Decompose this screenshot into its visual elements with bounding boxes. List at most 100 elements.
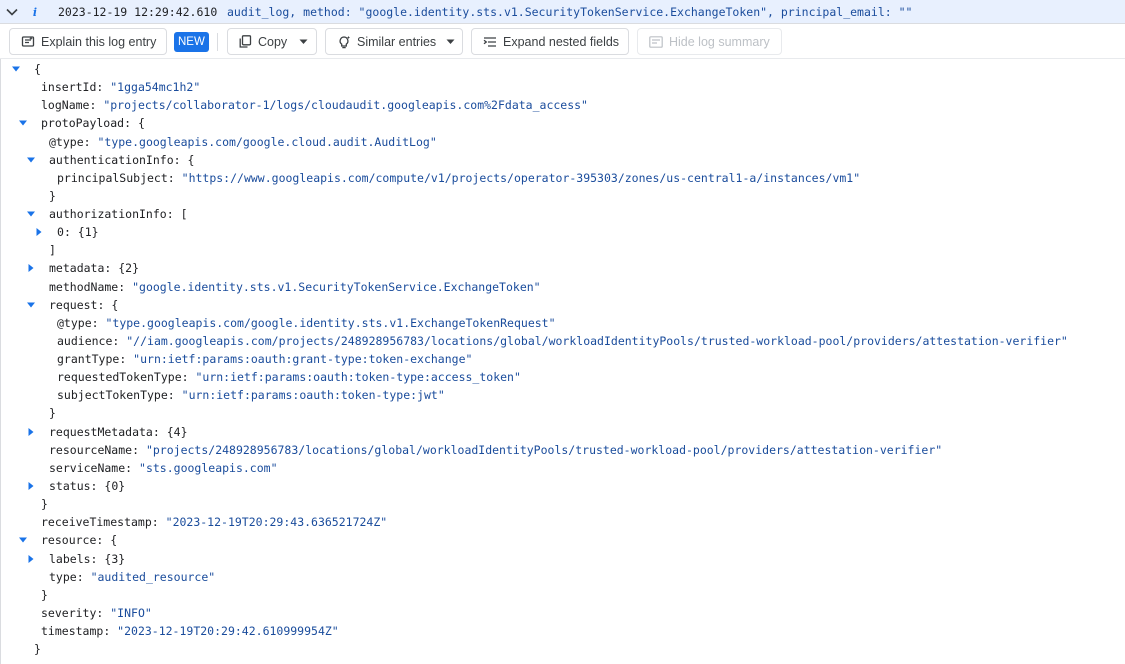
json-colon: :: [152, 425, 167, 439]
json-tree-line: @type: "type.googleapis.com/google.cloud…: [49, 133, 437, 151]
similar-entries-label: Similar entries: [357, 34, 437, 49]
expand-toggle-down-icon[interactable]: [26, 300, 36, 310]
expand-toggle-down-icon[interactable]: [18, 118, 28, 128]
hide-log-summary-button[interactable]: Hide log summary: [637, 28, 782, 55]
json-punctuation: {4}: [166, 425, 188, 439]
json-key: type: [49, 570, 77, 584]
expand-toggle-right-icon[interactable]: [26, 554, 36, 564]
explain-icon: [21, 35, 35, 47]
json-key: methodName: [49, 280, 119, 294]
json-key: principalSubject: [57, 171, 168, 185]
json-tree-line: receiveTimestamp: "2023-12-19T20:29:43.6…: [41, 513, 387, 531]
json-string-value: "type.googleapis.com/google.identity.sts…: [105, 316, 556, 330]
json-tree-line: }: [49, 404, 56, 422]
json-key: @type: [49, 135, 84, 149]
expand-nested-fields-button[interactable]: Expand nested fields: [471, 28, 629, 55]
expand-toggle-down-icon[interactable]: [11, 64, 21, 74]
json-punctuation: {: [187, 153, 195, 167]
expand-toggle-right-icon[interactable]: [34, 227, 44, 237]
json-colon: :: [167, 388, 182, 402]
hide-log-summary-label: Hide log summary: [669, 34, 770, 49]
json-key: labels: [49, 552, 91, 566]
json-tree-line[interactable]: status: {0}: [49, 477, 125, 495]
dropdown-arrow-icon: [299, 39, 308, 44]
json-string-value: "INFO": [110, 606, 152, 620]
json-string-value: "google.identity.sts.v1.SecurityTokenSer…: [132, 280, 541, 294]
json-string-value: "urn:ietf:params:oauth:grant-type:token-…: [133, 352, 473, 366]
json-punctuation: {: [110, 533, 118, 547]
json-colon: :: [173, 153, 188, 167]
json-tree-line: principalSubject: "https://www.googleapi…: [57, 169, 860, 187]
json-key: logName: [41, 98, 90, 112]
similar-entries-button[interactable]: Similar entries: [325, 28, 463, 55]
json-colon: :: [104, 261, 119, 275]
expand-toggle-down-icon[interactable]: [26, 155, 36, 165]
json-string-value: "audited_resource": [90, 570, 216, 584]
json-punctuation: }: [41, 588, 48, 602]
copy-icon: [239, 35, 252, 48]
json-string-value: "//iam.googleapis.com/projects/248928956…: [126, 334, 1068, 348]
json-tree-line: }: [41, 495, 48, 513]
json-punctuation: {2}: [118, 261, 140, 275]
json-tree-line[interactable]: 0: {1}: [57, 223, 99, 241]
expand-toggle-right-icon[interactable]: [26, 427, 36, 437]
json-string-value: "2023-12-19T20:29:42.610999954Z": [117, 624, 339, 638]
json-punctuation: }: [41, 497, 48, 511]
json-punctuation: {: [111, 298, 119, 312]
json-key: requestMetadata: [49, 425, 153, 439]
json-tree-line: type: "audited_resource": [49, 568, 215, 586]
json-tree-line[interactable]: authenticationInfo: {: [49, 151, 194, 169]
json-colon: :: [83, 135, 98, 149]
json-tree-line: }: [34, 640, 41, 658]
json-key: protoPayload: [41, 116, 125, 130]
json-key: request: [49, 298, 98, 312]
log-entry-summary-row[interactable]: i 2023-12-19 12:29:42.610 audit_log, met…: [0, 0, 1125, 24]
json-string-value: "urn:ietf:params:oauth:token-type:jwt": [181, 388, 445, 402]
json-tree-line[interactable]: request: {: [49, 296, 118, 314]
explain-log-entry-button[interactable]: Explain this log entry: [9, 28, 167, 55]
json-tree-line: }: [41, 586, 48, 604]
json-colon: :: [76, 570, 91, 584]
json-key: severity: [41, 606, 97, 620]
json-tree-line[interactable]: protoPayload: {: [41, 114, 145, 132]
expand-toggle-down-icon[interactable]: [18, 535, 28, 545]
json-tree-line: logName: "projects/collaborator-1/logs/c…: [41, 96, 588, 114]
chevron-down-icon[interactable]: [5, 5, 19, 19]
copy-button[interactable]: Copy: [227, 28, 317, 55]
info-icon: i: [32, 5, 38, 19]
json-colon: :: [125, 461, 140, 475]
json-colon: :: [90, 479, 105, 493]
json-colon: :: [96, 533, 111, 547]
json-string-value: "type.googleapis.com/google.cloud.audit.…: [97, 135, 437, 149]
json-colon: :: [89, 98, 104, 112]
json-colon: :: [91, 316, 106, 330]
json-punctuation: {: [34, 62, 41, 76]
explain-label: Explain this log entry: [41, 34, 157, 49]
json-colon: :: [119, 352, 134, 366]
json-tree-line[interactable]: labels: {3}: [49, 550, 125, 568]
json-tree-line[interactable]: {: [34, 60, 41, 78]
new-badge: NEW: [174, 32, 209, 52]
json-tree-line: }: [49, 187, 56, 205]
json-colon: :: [132, 443, 146, 457]
json-tree-line: timestamp: "2023-12-19T20:29:42.61099995…: [41, 622, 339, 640]
expand-toggle-right-icon[interactable]: [26, 263, 36, 273]
json-tree-line[interactable]: requestMetadata: {4}: [49, 423, 188, 441]
log-summary-text: audit_log, method: "google.identity.sts.…: [227, 5, 913, 19]
json-tree-line[interactable]: resource: {: [41, 531, 117, 549]
dropdown-arrow-icon: [446, 39, 455, 44]
json-tree-line: resourceName: "projects/248928956783/loc…: [49, 441, 942, 459]
expand-toggle-down-icon[interactable]: [26, 209, 36, 219]
json-key: subjectTokenType: [57, 388, 168, 402]
json-string-value: "projects/248928956783/locations/global/…: [145, 443, 943, 457]
lightbulb-icon: [339, 35, 350, 48]
json-tree-line: insertId: "1gga54mc1h2": [41, 78, 200, 96]
summary-icon: [649, 35, 663, 48]
json-key: audience: [57, 334, 113, 348]
json-tree-line[interactable]: authorizationInfo: [: [49, 205, 188, 223]
json-tree-line[interactable]: metadata: {2}: [49, 259, 139, 277]
json-colon: :: [90, 552, 105, 566]
json-tree-line: severity: "INFO": [41, 604, 152, 622]
expand-toggle-right-icon[interactable]: [26, 481, 36, 491]
json-punctuation: [: [180, 207, 188, 221]
